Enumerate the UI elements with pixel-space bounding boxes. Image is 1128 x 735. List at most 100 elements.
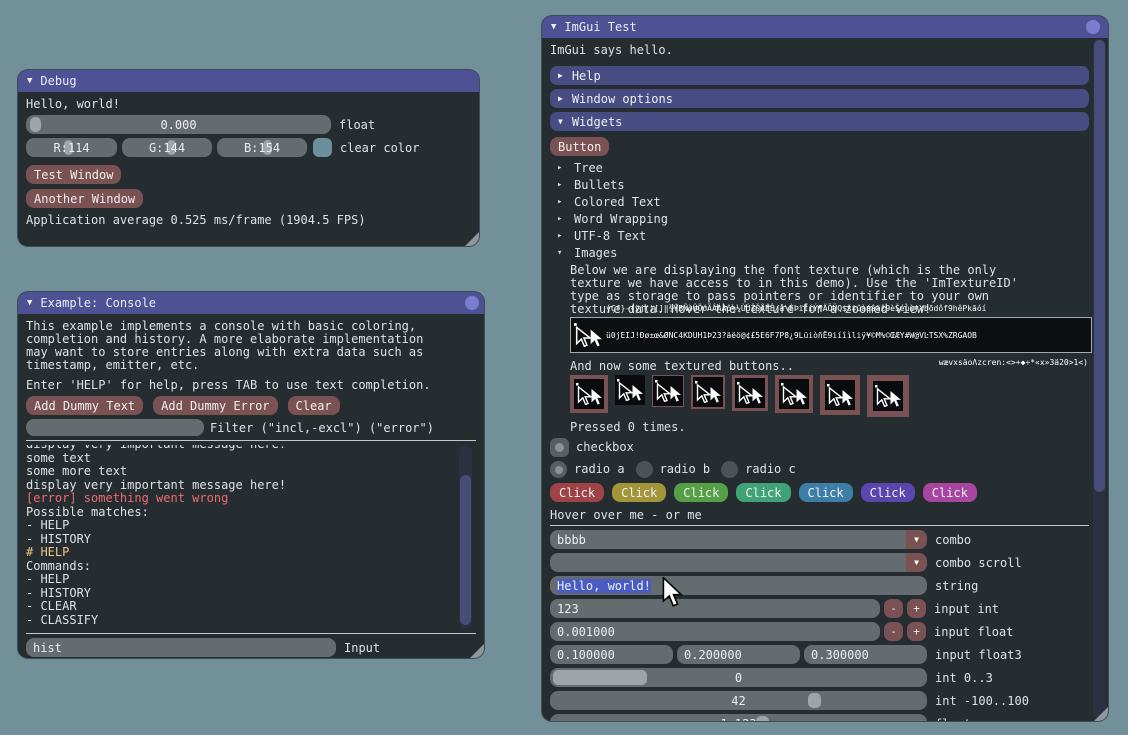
tree-node-bullets[interactable]: ▸Bullets — [557, 176, 1089, 193]
input-float3-x[interactable]: 0.100000 — [550, 645, 673, 664]
test-window-scrollbar-grab[interactable] — [1094, 40, 1105, 492]
image-button-7[interactable] — [820, 375, 860, 415]
check-mark-icon — [555, 443, 564, 452]
tree-node-label: Bullets — [574, 178, 625, 192]
image-button-2[interactable] — [615, 375, 645, 405]
decrement-button[interactable]: - — [884, 599, 903, 618]
increment-button[interactable]: + — [907, 599, 926, 618]
string-input-value: Hello, world! — [557, 579, 651, 593]
clear-color-label: clear color — [340, 141, 419, 155]
test-window-scrollbar[interactable] — [1093, 39, 1106, 718]
header-help[interactable]: ▶ Help — [550, 66, 1089, 85]
header-help-label: Help — [572, 69, 601, 83]
cursor-texture-icon — [693, 377, 723, 407]
click-button-3[interactable]: Click — [674, 483, 728, 502]
tree-node-utf8-text[interactable]: ▸UTF-8 Text — [557, 227, 1089, 244]
click-button-7[interactable]: Click — [923, 483, 977, 502]
color-slider-b-value: B:154 — [244, 141, 280, 155]
int-neg100-100-label: int -100..100 — [935, 694, 1029, 708]
tree-node-label: UTF-8 Text — [574, 229, 646, 243]
combo-arrow-button[interactable]: ▼ — [906, 553, 927, 572]
button-widget[interactable]: Button — [550, 137, 609, 156]
float-slider[interactable]: 1.123 — [550, 714, 927, 721]
int-neg100-100-value: 42 — [550, 694, 927, 708]
input-float3-y[interactable]: 0.200000 — [677, 645, 800, 664]
console-scrollbar-grab[interactable] — [460, 475, 471, 625]
radio-b[interactable] — [636, 461, 653, 478]
input-float3-z[interactable]: 0.300000 — [804, 645, 927, 664]
color-slider-r[interactable]: R:114 — [26, 138, 117, 157]
clear-button[interactable]: Clear — [288, 396, 340, 415]
color-slider-b[interactable]: B:154 — [217, 138, 307, 157]
input-int-field[interactable]: 123 — [550, 599, 880, 618]
image-button-5[interactable] — [732, 375, 768, 411]
resize-grip[interactable] — [465, 232, 479, 246]
color-slider-g[interactable]: G:144 — [122, 138, 212, 157]
hover-over-me-text[interactable]: Hover over me - or me — [550, 509, 702, 522]
debug-title-bar[interactable]: ▼ Debug — [18, 70, 479, 92]
click-button-1[interactable]: Click — [550, 483, 604, 502]
add-dummy-error-button[interactable]: Add Dummy Error — [153, 396, 277, 415]
image-button-3[interactable] — [652, 375, 684, 407]
increment-button[interactable]: + — [907, 622, 926, 641]
checkbox[interactable] — [550, 438, 569, 457]
console-scrollbar[interactable] — [459, 445, 472, 628]
cursor-texture-icon — [779, 379, 809, 409]
test-window-title: ImGui Test — [564, 20, 636, 34]
header-window-options[interactable]: ▶ Window options — [550, 89, 1089, 108]
fps-stats-text: Application average 0.525 ms/frame (1904… — [26, 214, 366, 227]
radio-c[interactable] — [721, 461, 738, 478]
log-line: - HELP — [26, 519, 476, 533]
tree-node-tree[interactable]: ▸Tree — [557, 159, 1089, 176]
log-line: - CLEAR — [26, 600, 476, 614]
collapse-arrow-icon[interactable]: ▼ — [551, 23, 556, 32]
int-neg100-100-slider[interactable]: 42 — [550, 691, 927, 710]
click-button-6[interactable]: Click — [861, 483, 915, 502]
clear-color-swatch[interactable] — [313, 138, 332, 157]
click-button-5[interactable]: Click — [799, 483, 853, 502]
console-help-line: Enter 'HELP' for help, press TAB to use … — [26, 379, 431, 392]
radio-a-label: radio a — [574, 463, 625, 476]
tree-expanded-icon: ▾ — [557, 248, 565, 258]
image-button-8[interactable] — [867, 375, 909, 417]
filter-input[interactable] — [26, 419, 204, 436]
string-input[interactable]: Hello, world! — [550, 576, 927, 595]
header-widgets[interactable]: ▼ Widgets — [550, 112, 1089, 131]
another-window-button[interactable]: Another Window — [26, 189, 143, 208]
image-button-4[interactable] — [691, 375, 725, 409]
console-input[interactable]: hist — [26, 638, 336, 657]
collapse-arrow-icon[interactable]: ▼ — [27, 299, 32, 308]
console-log-region[interactable]: display very important message here! som… — [26, 445, 476, 631]
tree-collapsed-icon: ▸ — [557, 163, 565, 173]
console-title-bar[interactable]: ▼ Example: Console — [18, 292, 484, 314]
separator — [550, 525, 1089, 526]
cursor-texture-icon — [574, 379, 604, 409]
test-title-bar[interactable]: ▼ ImGui Test — [542, 16, 1108, 38]
image-button-6[interactable] — [775, 375, 813, 413]
decrement-button[interactable]: - — [884, 622, 903, 641]
test-window-button[interactable]: Test Window — [26, 165, 121, 184]
float-slider[interactable]: 0.000 — [26, 115, 331, 134]
cursor-texture-icon — [615, 375, 645, 405]
image-button-1[interactable] — [570, 375, 608, 413]
click-button-4[interactable]: Click — [736, 483, 790, 502]
add-dummy-text-button[interactable]: Add Dummy Text — [26, 396, 143, 415]
combo-scroll-box[interactable]: ▼ — [550, 553, 927, 572]
int-0-3-slider[interactable]: 0 — [550, 668, 927, 687]
tree-node-colored-text[interactable]: ▸Colored Text — [557, 193, 1089, 210]
input-float-field[interactable]: 0.001000 — [550, 622, 880, 641]
resize-grip[interactable] — [1094, 707, 1108, 721]
combo-box[interactable]: bbbb ▼ — [550, 530, 927, 549]
combo-scroll-row: ▼ combo scroll — [550, 553, 1089, 572]
close-button[interactable] — [1086, 20, 1100, 34]
resize-grip[interactable] — [470, 644, 484, 658]
close-button[interactable] — [465, 296, 479, 310]
tree-node-images[interactable]: ▾Images — [557, 244, 1089, 261]
font-texture-image[interactable]: ýÇf}-{ÿj()[]‖¾ÝBÑòÛÕóÃÂÁÀô½¼ÙÚŽŠÅÉÊ/å\ÈÞ… — [570, 317, 1092, 353]
tree-node-word-wrapping[interactable]: ▸Word Wrapping — [557, 210, 1089, 227]
click-button-2[interactable]: Click — [612, 483, 666, 502]
combo-arrow-button[interactable]: ▼ — [906, 530, 927, 549]
radio-a[interactable] — [550, 461, 567, 478]
radio-row: radio a radio b radio c — [550, 461, 1089, 478]
collapse-arrow-icon[interactable]: ▼ — [27, 77, 32, 86]
